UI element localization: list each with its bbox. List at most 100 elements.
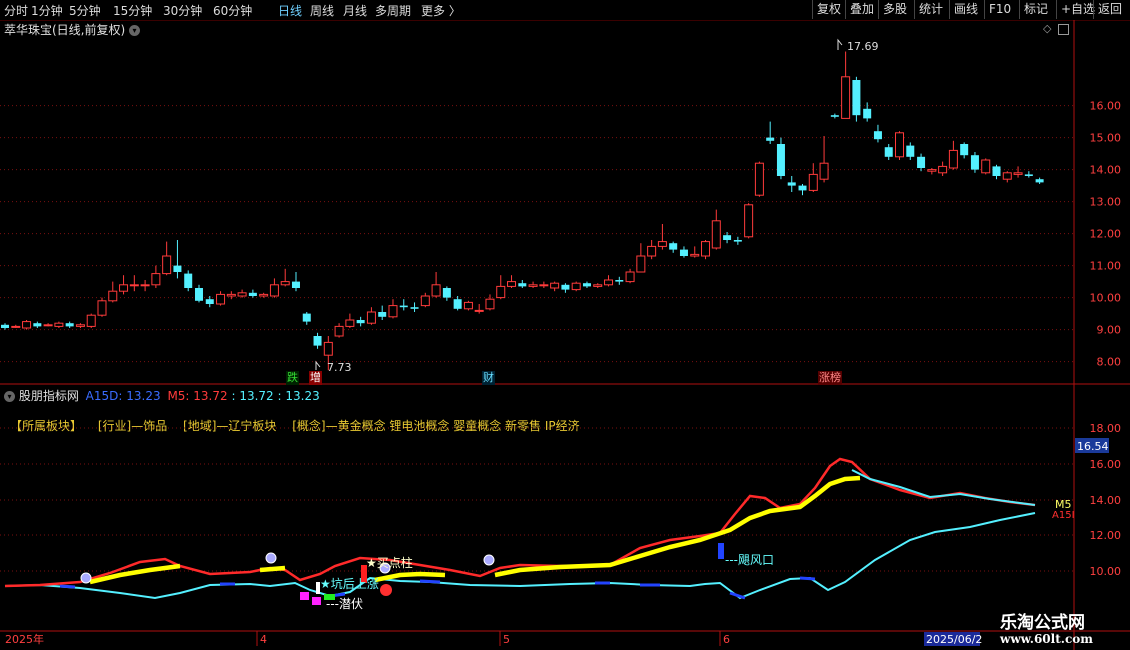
period-tab[interactable]: 1分钟	[31, 2, 63, 19]
period-tab[interactable]: 60分钟	[213, 2, 252, 19]
event-badge-label: 跌	[287, 371, 298, 384]
candle-body	[711, 220, 721, 249]
y-tick-label: 13.00	[1090, 196, 1122, 209]
date-axis: 2025年 4 5 6 2025/06/2	[5, 632, 982, 646]
event-badge-finance[interactable]: 财	[482, 371, 495, 385]
cup-icon	[80, 572, 92, 584]
toolbar-button[interactable]: 复权	[812, 0, 845, 19]
y-tick-label: 11.00	[1090, 260, 1122, 273]
watermark-url: www.60lt.com	[1000, 632, 1093, 646]
period-tab[interactable]: 30分钟	[163, 2, 202, 19]
indicator-grid	[0, 427, 1074, 572]
candle-body	[938, 165, 948, 174]
period-tab[interactable]: 月线	[343, 2, 367, 19]
candle-body	[970, 155, 979, 170]
candle-body	[960, 144, 969, 156]
event-badge-fall[interactable]: 跌	[286, 371, 299, 385]
period-tab[interactable]: 多周期	[375, 2, 411, 19]
candle-body	[528, 284, 538, 287]
candle-body	[33, 323, 42, 327]
toolbar-button[interactable]: 统计	[914, 0, 947, 19]
indicator-name: 股朋指标网	[18, 389, 79, 403]
sector-concepts: [概念]—黄金概念 锂电池概念 婴童概念 新零售 IP经济	[292, 419, 580, 433]
candle-body	[496, 285, 506, 299]
candle-body	[388, 305, 398, 318]
candle-body	[151, 273, 161, 286]
candle-body	[97, 300, 107, 316]
price-tag-text: 16.54	[1077, 440, 1109, 453]
cup-icon	[483, 554, 495, 566]
indicator-y-axis: 18.00 16.00 14.00 12.00 10.00	[1090, 422, 1122, 578]
toolbar-button[interactable]: 画线	[949, 0, 982, 19]
period-tab[interactable]: 15分钟	[113, 2, 152, 19]
window-toggle-icon[interactable]	[1058, 24, 1069, 35]
a15-end-label: A15I	[1052, 510, 1075, 521]
candle-body	[550, 282, 560, 289]
candle-body	[766, 137, 775, 141]
sector-region: [地域]—辽宁板块	[183, 419, 277, 433]
candle-body	[884, 147, 893, 157]
chevron-down-icon[interactable]: ▾	[129, 25, 141, 36]
price-tag: 16.54	[1075, 438, 1109, 453]
candle-body	[819, 162, 829, 180]
candle-body	[108, 290, 118, 302]
candle-body	[808, 173, 818, 191]
period-tab[interactable]: 更多 〉	[421, 2, 461, 19]
period-tab[interactable]: 周线	[310, 2, 334, 19]
candle-body	[636, 255, 646, 273]
pit-white-bar	[316, 582, 320, 594]
y-tick-label: 10.00	[1090, 292, 1122, 305]
ind-y-tick: 12.00	[1090, 529, 1122, 542]
tuyere-label: ---飓风口	[725, 553, 774, 567]
candle-body	[841, 76, 851, 119]
toolbar-button[interactable]: F10	[984, 0, 1015, 19]
candle-body	[539, 284, 549, 287]
toolbar-button[interactable]: 多股	[878, 0, 911, 19]
candle-body	[863, 108, 872, 119]
candle-body	[65, 323, 74, 327]
candle-body	[571, 282, 581, 291]
event-badge-label: 涨榜	[819, 371, 841, 384]
high-price-label: 17.69	[847, 40, 879, 53]
toolbar-button[interactable]: 标记	[1019, 0, 1052, 19]
toolbar-button[interactable]: 叠加	[845, 0, 878, 19]
candle-body	[86, 314, 96, 327]
period-tab[interactable]: 分时	[4, 2, 28, 19]
candle-body	[226, 293, 236, 297]
event-badge-rank[interactable]: 涨榜	[818, 371, 842, 385]
watermark-title: 乐淘公式网	[1000, 613, 1085, 633]
candle-body	[485, 298, 495, 310]
sector-row: 【所属板块】 [行业]—饰品 [地域]—辽宁板块 [概念]—黄金概念 锂电池概念…	[10, 417, 580, 434]
period-tab[interactable]: 5分钟	[69, 2, 101, 19]
candle-body	[873, 131, 882, 140]
y-tick-label: 8.00	[1097, 356, 1122, 369]
candle-body	[895, 132, 905, 158]
candle-body	[194, 288, 203, 301]
chevron-down-icon[interactable]: ▾	[4, 391, 15, 402]
candle-body	[830, 115, 839, 117]
candle-body	[852, 80, 861, 116]
candle-body	[669, 243, 678, 250]
candle-body	[625, 271, 635, 283]
candle-body	[615, 280, 624, 282]
ind-y-tick: 10.00	[1090, 565, 1122, 578]
candle-body	[787, 182, 796, 186]
candle-body	[582, 283, 591, 287]
candle-body	[744, 204, 754, 238]
candle-body	[323, 341, 333, 356]
low-marker	[315, 360, 321, 370]
candle-body	[948, 149, 958, 169]
date-label: 5	[503, 633, 510, 646]
candle-body	[906, 145, 915, 157]
toolbar-button[interactable]: 返回	[1093, 0, 1126, 19]
candle-body	[593, 284, 603, 287]
event-badge-increase[interactable]: 增	[309, 371, 322, 385]
candle-body	[733, 240, 742, 242]
y-tick-label: 14.00	[1090, 164, 1122, 177]
candle-body	[378, 312, 387, 317]
period-tab[interactable]: 日线	[278, 2, 302, 19]
chart-frame	[0, 20, 1130, 650]
cup-icon	[379, 562, 391, 574]
diamond-icon[interactable]: ◇	[1043, 22, 1051, 35]
candle-body	[981, 159, 991, 174]
